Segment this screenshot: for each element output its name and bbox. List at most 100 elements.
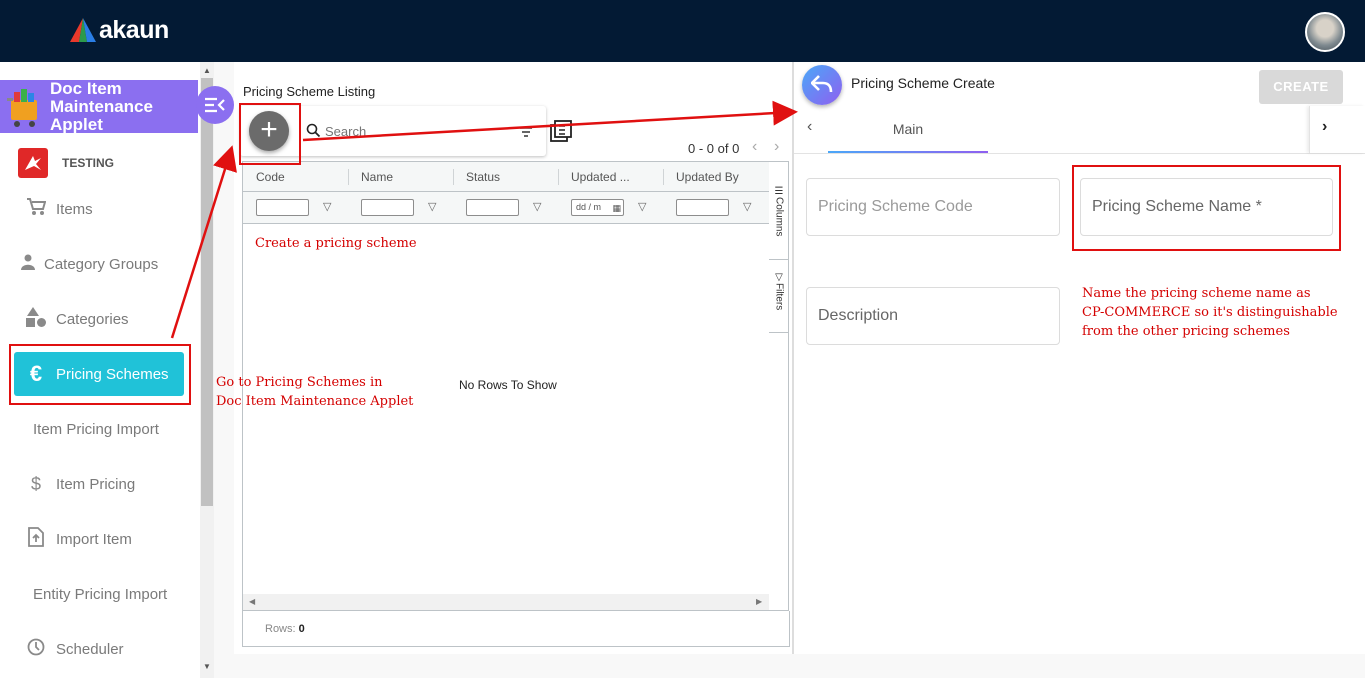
scroll-left-icon[interactable]: ◀ bbox=[249, 597, 255, 606]
scroll-down-icon[interactable]: ▼ bbox=[203, 662, 211, 671]
calendar-icon[interactable]: ▦ bbox=[612, 201, 621, 216]
name-filter-input[interactable] bbox=[361, 199, 414, 216]
pricing-scheme-code-field[interactable]: Pricing Scheme Code bbox=[806, 178, 1060, 236]
date-filter-placeholder: dd / m bbox=[576, 202, 602, 212]
filters-tool-button[interactable]: ▽ Filters bbox=[769, 268, 789, 330]
file-upload-icon bbox=[24, 526, 48, 552]
applet-title: Doc Item Maintenance Applet bbox=[50, 79, 153, 134]
tab-bar: ‹ Main › bbox=[794, 106, 1365, 154]
tab-main[interactable]: Main bbox=[828, 106, 988, 153]
tenant-label: TESTING bbox=[62, 156, 115, 170]
sidebar-item-import-item[interactable]: Import Item bbox=[14, 517, 184, 561]
annotation-name-line3: from the other pricing schemes bbox=[1082, 324, 1290, 339]
back-arrow-icon bbox=[810, 75, 833, 93]
updated-by-filter-input[interactable] bbox=[676, 199, 729, 216]
column-header-updated-by[interactable]: Updated By bbox=[676, 170, 739, 184]
column-header-status[interactable]: Status bbox=[466, 170, 500, 184]
grid-horizontal-scrollbar[interactable]: ◀ ▶ bbox=[243, 594, 769, 610]
sidebar-scrollbar-thumb[interactable] bbox=[201, 78, 213, 506]
grid-side-toolbar: ☰ Columns ▽ Filters bbox=[769, 161, 789, 611]
dollar-icon: $ bbox=[30, 473, 41, 494]
sidebar-item-label: Item Pricing bbox=[56, 475, 136, 493]
annotation-box-name-field bbox=[1072, 165, 1341, 251]
funnel-icon[interactable]: ▽ bbox=[428, 200, 436, 213]
user-avatar[interactable] bbox=[1305, 12, 1345, 52]
column-separator[interactable] bbox=[453, 169, 454, 185]
annotation-box-add-button bbox=[239, 103, 301, 165]
funnel-icon[interactable]: ▽ bbox=[638, 200, 646, 213]
rows-label: Rows: bbox=[265, 623, 296, 635]
sidebar-item-category-groups[interactable]: Category Groups bbox=[14, 242, 184, 286]
sidebar-item-item-pricing-import[interactable]: Item Pricing Import bbox=[14, 407, 184, 451]
annotation-goto-line1: Go to Pricing Schemes in bbox=[216, 375, 383, 390]
columns-icon: ☰ bbox=[773, 186, 785, 197]
sidebar-item-item-pricing[interactable]: $ Item Pricing bbox=[14, 462, 184, 506]
column-header-name[interactable]: Name bbox=[361, 170, 393, 184]
shapes-icon bbox=[24, 306, 48, 333]
sidebar-item-label: Items bbox=[56, 200, 93, 218]
rows-count: 0 bbox=[298, 623, 305, 635]
pager-text: 0 - 0 of 0 bbox=[688, 141, 740, 156]
tool-divider bbox=[769, 259, 789, 260]
create-panel-title: Pricing Scheme Create bbox=[851, 75, 995, 91]
applet-banner[interactable]: Doc Item Maintenance Applet bbox=[0, 79, 198, 134]
column-separator[interactable] bbox=[663, 169, 664, 185]
annotation-name-line1: Name the pricing scheme name as bbox=[1082, 286, 1311, 301]
sidebar-item-categories[interactable]: Categories bbox=[14, 297, 184, 341]
code-filter-input[interactable] bbox=[256, 199, 309, 216]
columns-tool-button[interactable]: ☰ Columns bbox=[769, 182, 789, 258]
akaun-logo[interactable]: akaun bbox=[70, 15, 169, 45]
sidebar-item-label: Item Pricing Import bbox=[33, 420, 159, 438]
annotation-goto-note: Go to Pricing Schemes in Doc Item Mainte… bbox=[216, 373, 413, 411]
scroll-up-icon[interactable]: ▲ bbox=[203, 66, 211, 75]
export-icon[interactable] bbox=[550, 120, 572, 142]
description-field[interactable]: Description bbox=[806, 287, 1060, 345]
search-input[interactable] bbox=[306, 121, 506, 141]
grid-status-bar: Rows: 0 bbox=[242, 611, 790, 647]
funnel-icon[interactable]: ▽ bbox=[533, 200, 541, 213]
brand-name: akaun bbox=[99, 15, 169, 44]
annotation-name-line2: CP-COMMERCE so it's distinguishable bbox=[1082, 305, 1338, 320]
back-button[interactable] bbox=[802, 65, 842, 105]
pager-next-icon[interactable]: › bbox=[774, 138, 779, 156]
sidebar-item-items[interactable]: Items bbox=[14, 187, 184, 231]
sidebar-item-label: Entity Pricing Import bbox=[33, 585, 168, 603]
date-filter-input[interactable]: dd / m ▦ bbox=[571, 199, 624, 216]
column-header-code[interactable]: Code bbox=[256, 170, 285, 184]
column-separator[interactable] bbox=[348, 169, 349, 185]
description-label: Description bbox=[818, 307, 899, 324]
status-filter-input[interactable] bbox=[466, 199, 519, 216]
annotation-name-note: Name the pricing scheme name as CP-COMME… bbox=[1082, 284, 1338, 341]
grid-filter-row: ▽ ▽ ▽ dd / m ▦ ▽ ▽ bbox=[243, 192, 769, 224]
column-header-updated-date[interactable]: Updated ... bbox=[571, 170, 630, 184]
column-separator[interactable] bbox=[558, 169, 559, 185]
sidebar-item-label: Import Item bbox=[56, 530, 132, 548]
create-button[interactable]: CREATE bbox=[1259, 70, 1343, 104]
annotation-box-pricing-schemes bbox=[9, 344, 191, 405]
no-rows-message: No Rows To Show bbox=[459, 378, 557, 392]
filter-lines-icon[interactable] bbox=[518, 124, 534, 138]
tab-prev-icon[interactable]: ‹ bbox=[807, 118, 812, 136]
tool-divider bbox=[769, 332, 789, 333]
funnel-icon[interactable]: ▽ bbox=[323, 200, 331, 213]
person-icon bbox=[16, 254, 40, 275]
funnel-icon[interactable]: ▽ bbox=[743, 200, 751, 213]
sidebar-item-scheduler[interactable]: Scheduler bbox=[14, 627, 184, 671]
rows-count-text: Rows: 0 bbox=[265, 623, 305, 635]
tenant-row[interactable]: TESTING bbox=[18, 148, 114, 178]
listing-title: Pricing Scheme Listing bbox=[243, 84, 376, 99]
sidebar-item-entity-pricing-import[interactable]: Entity Pricing Import bbox=[14, 572, 184, 616]
sidebar-item-label: Categories bbox=[56, 310, 129, 328]
clock-icon bbox=[24, 638, 48, 661]
scroll-right-icon[interactable]: ▶ bbox=[756, 597, 762, 606]
sidebar-item-label: Category Groups bbox=[44, 255, 159, 273]
tenant-logo-icon bbox=[18, 148, 48, 178]
collapse-menu-button[interactable] bbox=[196, 86, 234, 124]
cart-icon bbox=[24, 197, 48, 221]
pager-prev-icon[interactable]: ‹ bbox=[752, 138, 757, 156]
akaun-logo-icon bbox=[70, 18, 96, 42]
sidebar-item-label: Scheduler bbox=[56, 640, 124, 658]
annotation-goto-line2: Doc Item Maintenance Applet bbox=[216, 394, 414, 409]
tab-next-button[interactable]: › bbox=[1309, 106, 1365, 153]
grid-header: Code Name Status Updated ... Updated By bbox=[243, 162, 769, 192]
